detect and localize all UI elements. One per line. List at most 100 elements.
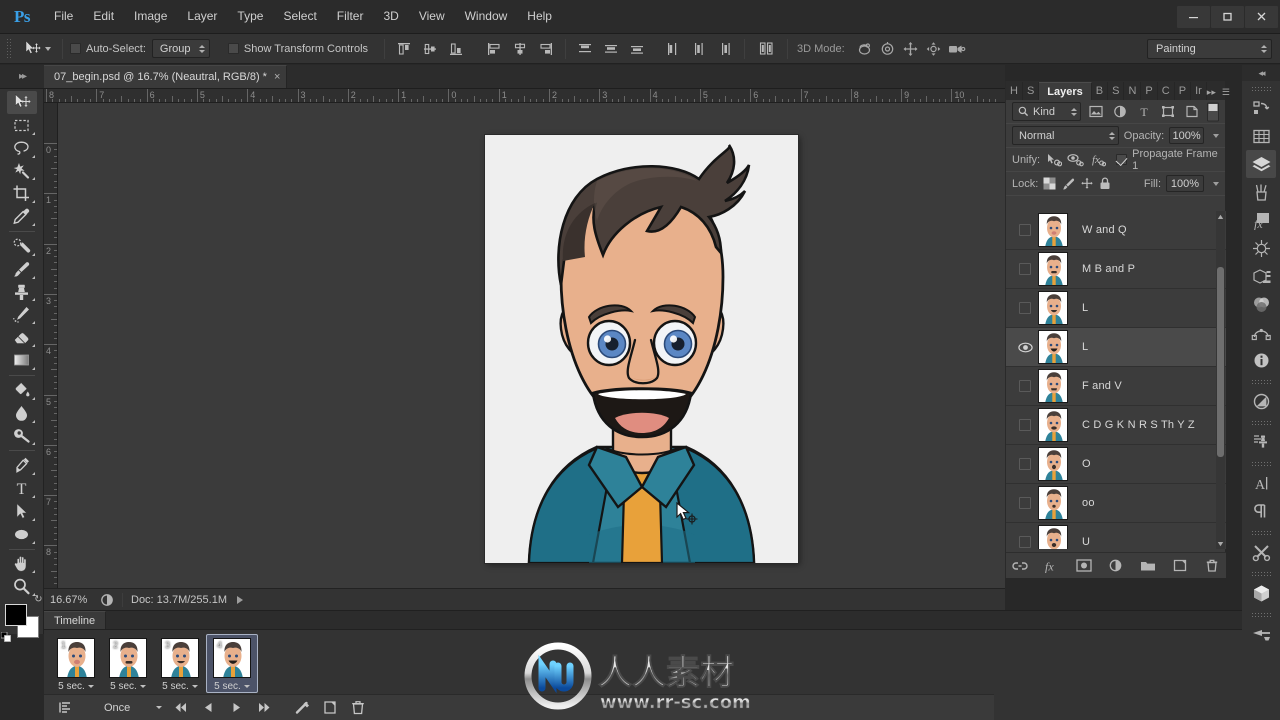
filter-type-layers-icon[interactable]: T bbox=[1135, 102, 1154, 121]
align-vertical-centers-button[interactable] bbox=[418, 38, 442, 60]
brush-tool[interactable] bbox=[7, 258, 37, 281]
layer-thumbnail[interactable] bbox=[1038, 447, 1068, 481]
menu-window[interactable]: Window bbox=[455, 5, 518, 28]
hand-tool[interactable] bbox=[7, 553, 37, 576]
layer-name[interactable]: M B and P bbox=[1082, 263, 1135, 275]
distribute-bottom-edges-button[interactable] bbox=[625, 38, 649, 60]
foreground-color-swatch[interactable] bbox=[4, 604, 27, 627]
layer-row[interactable]: U bbox=[1006, 523, 1226, 549]
brushes-icon[interactable] bbox=[1246, 178, 1276, 206]
menu-3d[interactable]: 3D bbox=[373, 5, 408, 28]
layer-name[interactable]: C D G K N R S Th Y Z bbox=[1082, 419, 1195, 431]
align-left-edges-button[interactable] bbox=[482, 38, 506, 60]
quick-selection-tool[interactable] bbox=[7, 160, 37, 183]
play-animation-icon[interactable] bbox=[222, 697, 250, 719]
tab-swatches[interactable]: S bbox=[1023, 82, 1040, 100]
ellipse-tool[interactable] bbox=[7, 523, 37, 546]
duplicate-frame-icon[interactable] bbox=[316, 697, 344, 719]
layer-name[interactable]: F and V bbox=[1082, 380, 1122, 392]
workspace-switcher[interactable]: Painting bbox=[1147, 38, 1272, 59]
status-expand-arrow-icon[interactable] bbox=[237, 595, 243, 604]
roll-3d-icon[interactable] bbox=[876, 38, 899, 60]
tab-timeline[interactable]: Timeline bbox=[44, 611, 107, 629]
scroll-down-arrow-icon[interactable] bbox=[1217, 539, 1224, 548]
dock-grip[interactable] bbox=[1251, 379, 1271, 385]
layer-row[interactable]: O bbox=[1006, 445, 1226, 484]
layer-thumbnail[interactable] bbox=[1038, 291, 1068, 325]
dock-grip[interactable] bbox=[1251, 86, 1271, 92]
layer-list-scrollbar[interactable] bbox=[1216, 211, 1225, 549]
filter-pixel-layers-icon[interactable] bbox=[1086, 102, 1105, 121]
convert-to-video-timeline-icon[interactable] bbox=[52, 697, 80, 719]
layers-icon[interactable] bbox=[1246, 150, 1276, 178]
dock-grip[interactable] bbox=[1251, 571, 1271, 577]
delete-frame-icon[interactable] bbox=[344, 697, 372, 719]
swap-colors-icon[interactable]: ↻ bbox=[34, 594, 42, 605]
layer-row[interactable]: C D G K N R S Th Y Z bbox=[1006, 406, 1226, 445]
filter-toggle-switch[interactable] bbox=[1207, 102, 1220, 122]
frame-item[interactable]: 2 5 sec. bbox=[102, 634, 154, 693]
opacity-field[interactable]: 100% bbox=[1169, 127, 1204, 144]
layer-visibility-toggle[interactable] bbox=[1012, 419, 1038, 431]
toolbar-collapse-toggle[interactable]: ▸▸ bbox=[0, 65, 44, 89]
unify-visibility-icon[interactable] bbox=[1067, 152, 1084, 167]
tool-presets-icon[interactable] bbox=[1246, 538, 1276, 566]
clone-stamp-tool[interactable] bbox=[7, 281, 37, 304]
menu-view[interactable]: View bbox=[409, 5, 455, 28]
channels-icon[interactable] bbox=[1246, 290, 1276, 318]
link-layers-icon[interactable] bbox=[1011, 557, 1029, 575]
default-colors-icon[interactable] bbox=[0, 632, 11, 642]
more-tabs-icon[interactable]: ▸▸ bbox=[1207, 87, 1216, 98]
swatches-grid-icon[interactable] bbox=[1246, 122, 1276, 150]
add-layer-style-icon[interactable]: fx bbox=[1043, 557, 1061, 575]
paths-icon[interactable] bbox=[1246, 318, 1276, 346]
layer-name[interactable]: U bbox=[1082, 536, 1090, 548]
pen-tool[interactable] bbox=[7, 454, 37, 477]
distribute-vertical-centers-button[interactable] bbox=[599, 38, 623, 60]
show-transform-controls-checkbox[interactable] bbox=[227, 43, 239, 54]
filter-smart-objects-icon[interactable] bbox=[1183, 102, 1202, 121]
styles-fx-icon[interactable]: fx bbox=[1246, 206, 1276, 234]
layer-name[interactable]: L bbox=[1082, 341, 1088, 353]
layer-visibility-toggle[interactable] bbox=[1012, 224, 1038, 236]
info-icon[interactable] bbox=[1246, 346, 1276, 374]
menu-image[interactable]: Image bbox=[124, 5, 177, 28]
lock-image-pixels-icon[interactable] bbox=[1061, 177, 1075, 190]
tab-paths[interactable]: P bbox=[1141, 82, 1158, 100]
menu-layer[interactable]: Layer bbox=[177, 5, 227, 28]
opacity-slider-caret-icon[interactable] bbox=[1213, 133, 1219, 138]
dock-grip[interactable] bbox=[1251, 420, 1271, 426]
tool-preset-caret-icon[interactable] bbox=[45, 46, 51, 51]
select-previous-frame-icon[interactable] bbox=[194, 697, 222, 719]
menu-select[interactable]: Select bbox=[273, 5, 326, 28]
dock-grip[interactable] bbox=[1251, 612, 1271, 618]
layer-thumbnail[interactable] bbox=[1038, 525, 1068, 549]
layer-thumbnail[interactable] bbox=[1038, 408, 1068, 442]
distribute-horizontal-centers-button[interactable] bbox=[687, 38, 711, 60]
zoom-level-field[interactable]: 16.67% bbox=[50, 594, 100, 606]
propagate-frame-checkbox[interactable] bbox=[1116, 154, 1128, 165]
path-selection-tool[interactable] bbox=[7, 500, 37, 523]
layer-thumbnail[interactable] bbox=[1038, 330, 1068, 364]
layer-row-selected[interactable]: L bbox=[1006, 328, 1226, 367]
layer-row[interactable]: L bbox=[1006, 289, 1226, 328]
auto-align-layers-button[interactable] bbox=[752, 38, 780, 60]
align-top-edges-button[interactable] bbox=[392, 38, 416, 60]
tab-channels[interactable]: C bbox=[1158, 82, 1175, 100]
align-right-edges-button[interactable] bbox=[534, 38, 558, 60]
layer-visibility-toggle[interactable] bbox=[1012, 458, 1038, 470]
fill-slider-caret-icon[interactable] bbox=[1213, 181, 1219, 186]
align-bottom-edges-button[interactable] bbox=[444, 38, 468, 60]
tab-info[interactable]: Ir bbox=[1191, 82, 1207, 100]
delete-layer-icon[interactable] bbox=[1203, 557, 1221, 575]
menu-help[interactable]: Help bbox=[517, 5, 562, 28]
add-layer-mask-icon[interactable] bbox=[1075, 557, 1093, 575]
tab-styles[interactable]: S bbox=[1108, 82, 1125, 100]
new-layer-icon[interactable] bbox=[1171, 557, 1189, 575]
eraser-tool[interactable] bbox=[7, 326, 37, 349]
menu-edit[interactable]: Edit bbox=[83, 5, 124, 28]
tab-history[interactable]: H bbox=[1006, 82, 1023, 100]
auto-select-checkbox[interactable] bbox=[70, 43, 81, 54]
close-icon[interactable]: × bbox=[274, 71, 280, 83]
fill-field[interactable]: 100% bbox=[1166, 175, 1204, 192]
